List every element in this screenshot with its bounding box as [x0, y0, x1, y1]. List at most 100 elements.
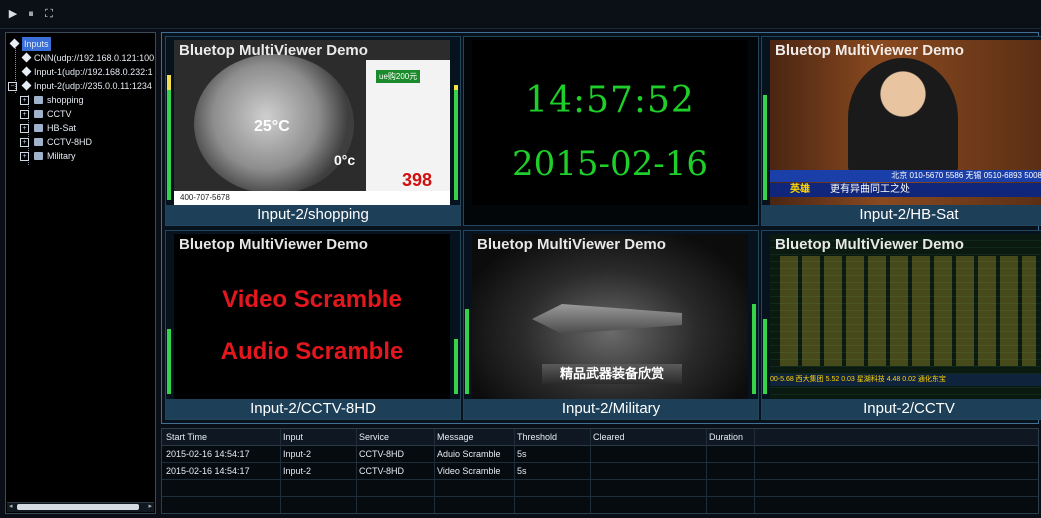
tile-caption: Input-2/CCTV-8HD	[166, 399, 460, 419]
temperature-overlay-2: 0°c	[334, 152, 356, 168]
clock-display: 14:57:52 2015-02-16	[472, 40, 748, 205]
clock-date: 2015-02-16	[511, 144, 709, 184]
tile-military[interactable]: 精品武器装备欣赏 Bluetop MultiViewer Demo Input-…	[463, 230, 759, 420]
tree-item-input-1[interactable]: Input-1(udp://192.168.0.232:1	[20, 65, 153, 79]
col-header-start-time[interactable]: Start Time	[166, 429, 207, 445]
presenter-image	[848, 58, 958, 178]
service-label: shopping	[47, 95, 84, 105]
tile-shopping[interactable]: 25°C ue购200元 398 0°c 400-707-5678 Blueto…	[165, 36, 461, 226]
table-cell[interactable]: CCTV-8HD	[359, 463, 404, 479]
audio-meter-left	[465, 249, 469, 394]
tile-caption: Input-2/HB-Sat	[762, 205, 1041, 225]
tree-root[interactable]: Inputs	[8, 37, 51, 51]
table-cell[interactable]: CCTV-8HD	[359, 446, 404, 462]
ship-image	[532, 304, 682, 334]
audio-meter-left	[167, 55, 171, 200]
watermark: Bluetop MultiViewer Demo	[775, 42, 964, 59]
watermark: Bluetop MultiViewer Demo	[179, 42, 368, 59]
tree-service-cctv-8hd[interactable]: + CCTV-8HD	[20, 135, 92, 149]
alarm-log-table: Start Time Input Service Message Thresho…	[161, 428, 1039, 514]
video-preview: 精品武器装备欣赏 Bluetop MultiViewer Demo	[472, 234, 748, 399]
service-label: CCTV	[47, 109, 72, 119]
col-header-input[interactable]: Input	[283, 429, 303, 445]
table-cell[interactable]: 2015-02-16 14:54:17	[166, 446, 250, 462]
tile-clock[interactable]: 14:57:52 2015-02-16	[463, 36, 759, 226]
ticker-phone: 北京 010-5670 5586 无锡 0510-6893 5008	[770, 170, 1041, 182]
phone-strip: 400-707-5678	[174, 191, 450, 205]
pause-icon[interactable]: ⏸	[24, 7, 38, 21]
toolbar: ▶ ⏸ ⛶	[0, 0, 1041, 29]
col-header-message[interactable]: Message	[437, 429, 474, 445]
table-cell[interactable]: Aduio Scramble	[437, 446, 501, 462]
scroll-left-icon[interactable]: ◂	[9, 502, 13, 510]
play-icon[interactable]: ▶	[6, 7, 20, 21]
table-cell[interactable]: 5s	[517, 446, 527, 462]
tree-service-shopping[interactable]: + shopping	[20, 93, 84, 107]
table-cell[interactable]: Video Scramble	[437, 463, 500, 479]
audio-meter-right	[454, 55, 458, 200]
watermark: Bluetop MultiViewer Demo	[179, 236, 368, 253]
scrollbar-thumb[interactable]	[17, 504, 139, 510]
expand-icon[interactable]: +	[20, 124, 29, 133]
stock-ticker: 00-5.68 西大集团 5.52 0.03 星湖科技 4.48 0.02 通化…	[770, 374, 1041, 386]
service-icon	[34, 124, 43, 132]
tile-caption: Input-2/Military	[464, 399, 758, 419]
col-header-cleared[interactable]: Cleared	[593, 429, 625, 445]
tree-service-hb-sat[interactable]: + HB-Sat	[20, 121, 76, 135]
tree-item-label: CNN(udp://192.168.0.121:100	[34, 53, 155, 63]
tile-cctv[interactable]: 00-5.68 西大集团 5.52 0.03 星湖科技 4.48 0.02 通化…	[761, 230, 1041, 420]
video-preview: 北京 010-5670 5586 无锡 0510-6893 5008 英雄 更有…	[770, 40, 1041, 205]
table-cell[interactable]: Input-2	[283, 463, 311, 479]
service-icon	[34, 96, 43, 104]
col-header-threshold[interactable]: Threshold	[517, 429, 557, 445]
tile-caption: Input-2/CCTV	[762, 399, 1041, 419]
input-tree-panel: Inputs CNN(udp://192.168.0.121:100 Input…	[5, 32, 156, 514]
price-badge: ue购200元	[376, 70, 421, 83]
ticker-badge: 英雄	[790, 184, 810, 195]
service-label: CCTV-8HD	[47, 137, 93, 147]
expand-icon[interactable]: +	[20, 110, 29, 119]
stock-table	[780, 256, 1036, 366]
price-panel: ue购200元 398	[366, 60, 450, 200]
collapse-icon[interactable]: −	[8, 82, 17, 91]
tree-item-input-2[interactable]: − Input-2(udp://235.0.0.11:1234	[8, 79, 152, 93]
tree-root-label: Inputs	[22, 37, 51, 51]
service-icon	[34, 138, 43, 146]
multiviewer-grid: 25°C ue购200元 398 0°c 400-707-5678 Blueto…	[161, 32, 1041, 424]
expand-icon[interactable]: +	[20, 138, 29, 147]
video-scramble-alert: Video Scramble	[222, 286, 402, 313]
table-cell[interactable]: 2015-02-16 14:54:17	[166, 463, 250, 479]
audio-meter-right	[454, 249, 458, 394]
audio-meter-right	[752, 249, 756, 394]
temperature-overlay: 25°C	[254, 118, 290, 135]
service-icon	[34, 110, 43, 118]
expand-icon[interactable]: +	[20, 96, 29, 105]
ticker-bar: 英雄 更有异曲同工之处	[770, 183, 1041, 197]
watermark: Bluetop MultiViewer Demo	[775, 236, 964, 253]
service-icon	[34, 152, 43, 160]
fullscreen-icon[interactable]: ⛶	[42, 7, 56, 21]
input-icon	[21, 52, 32, 63]
audio-scramble-alert: Audio Scramble	[220, 338, 404, 365]
program-banner: 精品武器装备欣赏	[542, 364, 682, 384]
service-label: Military	[47, 151, 76, 161]
scroll-right-icon[interactable]: ▸	[148, 502, 152, 510]
table-cell[interactable]: Input-2	[283, 446, 311, 462]
tile-caption: Input-2/shopping	[166, 205, 460, 225]
tree-service-military[interactable]: + Military	[20, 149, 76, 163]
horizontal-scrollbar[interactable]: ◂ ▸	[7, 502, 154, 512]
tile-hb-sat[interactable]: 北京 010-5670 5586 无锡 0510-6893 5008 英雄 更有…	[761, 36, 1041, 226]
col-header-duration[interactable]: Duration	[709, 429, 743, 445]
tree-service-cctv[interactable]: + CCTV	[20, 107, 72, 121]
expand-icon[interactable]: +	[20, 152, 29, 161]
tree-item-cnn[interactable]: CNN(udp://192.168.0.121:100	[20, 51, 154, 65]
ticker-text: 更有异曲同工之处	[830, 184, 910, 195]
col-header-service[interactable]: Service	[359, 429, 389, 445]
clock-time: 14:57:52	[525, 80, 695, 121]
table-cell[interactable]: 5s	[517, 463, 527, 479]
tree-item-label: Input-2(udp://235.0.0.11:1234	[34, 81, 152, 91]
audio-meter-left	[763, 55, 767, 200]
tile-cctv-8hd[interactable]: Bluetop MultiViewer Demo Video Scramble …	[165, 230, 461, 420]
video-preview: Bluetop MultiViewer Demo Video Scramble …	[174, 234, 450, 399]
input-icon	[21, 66, 32, 77]
